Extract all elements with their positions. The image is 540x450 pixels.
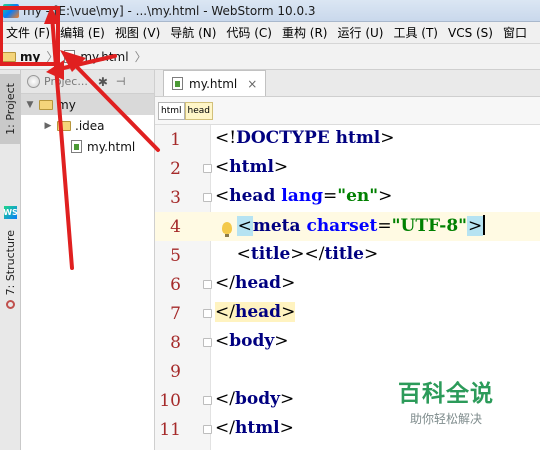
menu-vcs[interactable]: VCS (S) bbox=[443, 26, 498, 40]
tab-label: my.html bbox=[189, 76, 238, 91]
chevron-right-icon: 〉 bbox=[134, 50, 147, 64]
menu-file[interactable]: 文件 (F) bbox=[0, 24, 55, 41]
line-number: 2 bbox=[170, 159, 181, 179]
project-panel: Projec... ✱ ⊣ ▼ my ▶ .idea my.html bbox=[21, 70, 155, 450]
breadcrumb-file[interactable]: my.html bbox=[62, 50, 130, 64]
menu-code[interactable]: 代码 (C) bbox=[221, 24, 277, 41]
breadcrumb: my 〉 my.html 〉 bbox=[0, 44, 540, 70]
line-number: 10 bbox=[159, 391, 181, 411]
tab-structure[interactable]: 7: Structure bbox=[0, 230, 21, 296]
menu-bar: 文件 (F) 编辑 (E) 视图 (V) 导航 (N) 代码 (C) 重构 (R… bbox=[0, 22, 540, 44]
line-number: 5 bbox=[170, 246, 181, 266]
line-number: 4 bbox=[170, 217, 181, 237]
tool-window-strip: 1: Project WS 7: Structure bbox=[0, 70, 21, 450]
watermark-subtitle: 助你轻松解决 bbox=[409, 412, 482, 426]
folder-icon bbox=[39, 99, 53, 110]
tag-breadcrumb-bar: html head bbox=[155, 97, 540, 125]
fold-marker-icon[interactable] bbox=[203, 425, 212, 434]
html-file-icon bbox=[64, 50, 76, 63]
menu-tools[interactable]: 工具 (T) bbox=[388, 24, 443, 41]
menu-refactor[interactable]: 重构 (R) bbox=[277, 24, 333, 41]
code-line[interactable]: 6 </head> bbox=[155, 270, 540, 299]
tree-item-my-html[interactable]: my.html bbox=[21, 136, 154, 157]
editor-tab-bar: my.html × bbox=[155, 70, 540, 97]
fold-marker-icon[interactable] bbox=[203, 396, 212, 405]
line-number: 6 bbox=[170, 275, 181, 295]
code-text: <title></title> bbox=[215, 244, 379, 264]
tree-item-my[interactable]: ▼ my bbox=[21, 94, 154, 115]
code-line[interactable]: 1 <!DOCTYPE html> bbox=[155, 125, 540, 154]
fold-marker-icon[interactable] bbox=[203, 309, 212, 318]
chevron-right-icon: 〉 bbox=[46, 50, 59, 64]
tree-item-idea[interactable]: ▶ .idea bbox=[21, 115, 154, 136]
menu-edit[interactable]: 编辑 (E) bbox=[55, 24, 110, 41]
code-text: <!DOCTYPE html> bbox=[215, 128, 395, 148]
tab-project[interactable]: 1: Project bbox=[0, 74, 21, 144]
menu-navigate[interactable]: 导航 (N) bbox=[165, 24, 221, 41]
breadcrumb-project[interactable]: my bbox=[0, 50, 42, 64]
tab-project-label: 1: Project bbox=[4, 83, 17, 135]
code-line[interactable]: 2 <html> bbox=[155, 154, 540, 183]
code-text: </body> bbox=[215, 389, 295, 409]
line-number: 11 bbox=[159, 420, 181, 440]
breadcrumb-project-label: my bbox=[20, 49, 41, 64]
code-text: <head lang="en"> bbox=[215, 186, 393, 206]
text-caret bbox=[483, 215, 486, 235]
code-text: </html> bbox=[215, 418, 294, 438]
webstorm-badge-icon: WS bbox=[3, 206, 18, 219]
html-file-icon bbox=[71, 140, 82, 153]
menu-run[interactable]: 运行 (U) bbox=[333, 24, 389, 41]
code-line[interactable]: 4 <meta charset="UTF-8"> bbox=[155, 212, 540, 241]
lightbulb-icon[interactable] bbox=[222, 222, 232, 237]
code-text: <meta charset="UTF-8"> bbox=[215, 215, 486, 236]
folder-icon bbox=[57, 120, 71, 131]
tree-item-label: my bbox=[57, 97, 76, 112]
project-view-icon bbox=[27, 75, 40, 88]
code-line[interactable]: 8 <body> bbox=[155, 328, 540, 357]
tag-crumb-html[interactable]: html bbox=[158, 101, 185, 120]
tree-item-label: my.html bbox=[87, 139, 136, 154]
tag-crumb-head[interactable]: head bbox=[184, 101, 213, 120]
line-number: 8 bbox=[170, 333, 181, 353]
fold-marker-icon[interactable] bbox=[203, 338, 212, 347]
html-file-icon bbox=[172, 77, 183, 90]
watermark-title: 百科全说 bbox=[398, 381, 494, 407]
gear-icon[interactable]: ✱ bbox=[98, 75, 108, 89]
hide-panel-icon[interactable]: ⊣ bbox=[116, 75, 126, 88]
fold-marker-icon[interactable] bbox=[203, 164, 212, 173]
code-text: </head> bbox=[215, 302, 296, 322]
code-text: <body> bbox=[215, 331, 289, 351]
line-number: 7 bbox=[170, 304, 181, 324]
close-icon[interactable]: × bbox=[247, 77, 257, 91]
menu-window[interactable]: 窗口 bbox=[498, 24, 532, 41]
line-number: 3 bbox=[170, 188, 181, 208]
fold-marker-icon[interactable] bbox=[203, 280, 212, 289]
folder-icon bbox=[2, 51, 16, 62]
window-title: my - [E:\vue\my] - ...\my.html - WebStor… bbox=[23, 3, 316, 18]
line-number: 9 bbox=[170, 362, 181, 382]
structure-icon bbox=[6, 300, 15, 309]
code-line[interactable]: 7 </head> bbox=[155, 299, 540, 328]
tab-structure-label: 7: Structure bbox=[4, 230, 17, 296]
code-line[interactable]: 5 <title></title> bbox=[155, 241, 540, 270]
code-line[interactable]: 3 <head lang="en"> bbox=[155, 183, 540, 212]
code-text: </head> bbox=[215, 273, 296, 293]
code-text: <html> bbox=[215, 157, 289, 177]
project-panel-header: Projec... ✱ ⊣ bbox=[21, 70, 154, 94]
tree-item-label: .idea bbox=[75, 118, 105, 133]
breadcrumb-file-label: my.html bbox=[80, 49, 129, 64]
webstorm-logo-icon bbox=[3, 3, 19, 18]
line-number: 1 bbox=[170, 130, 181, 150]
project-view-selector[interactable]: Projec... bbox=[44, 75, 88, 88]
tab-my-html[interactable]: my.html × bbox=[163, 70, 267, 96]
collapse-arrow-icon[interactable]: ▶ bbox=[43, 121, 53, 131]
expand-arrow-icon[interactable]: ▼ bbox=[25, 100, 35, 110]
window-title-bar: my - [E:\vue\my] - ...\my.html - WebStor… bbox=[0, 0, 540, 22]
watermark: 百科全说 助你轻松解决 bbox=[398, 374, 494, 427]
menu-view[interactable]: 视图 (V) bbox=[110, 24, 165, 41]
fold-marker-icon[interactable] bbox=[203, 193, 212, 202]
